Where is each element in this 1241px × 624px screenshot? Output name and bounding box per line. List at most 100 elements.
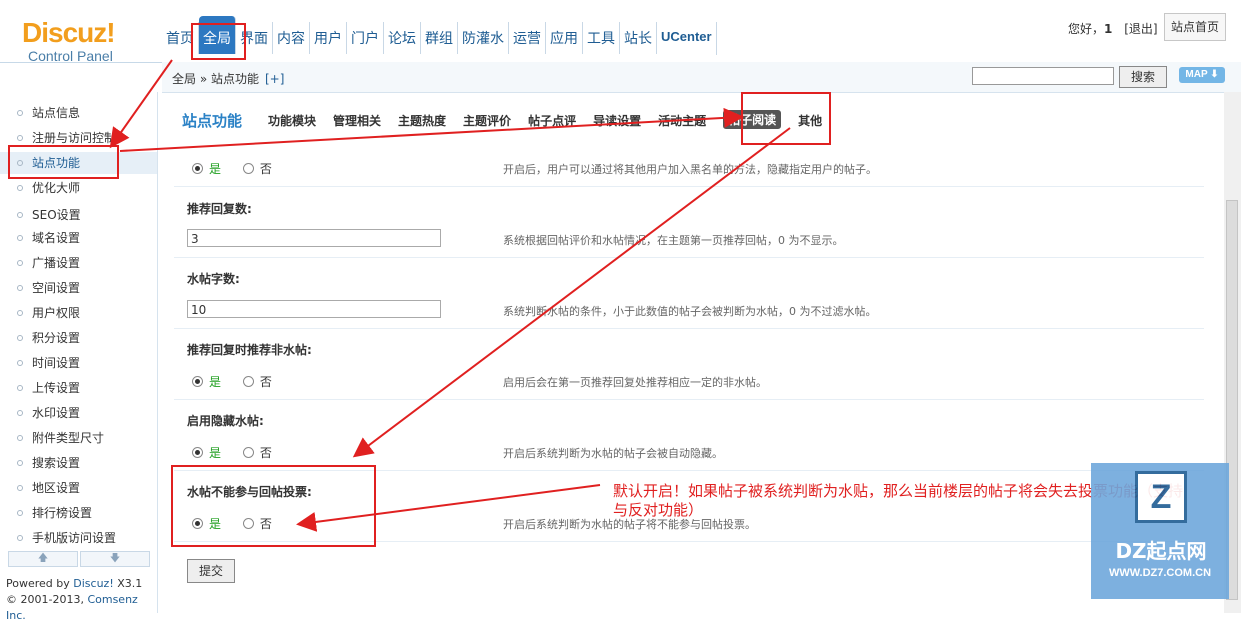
scroll-down-icon[interactable]: 🡇 [80,551,150,567]
nav-webmaster[interactable]: 站长 [620,22,657,54]
no-radio[interactable] [242,376,254,387]
sidebar-item-broadcast[interactable]: 广播设置 [0,252,157,274]
bullet-icon [17,335,23,341]
tab-thread-heat[interactable]: 主题热度 [398,112,446,129]
sidebar-item-space[interactable]: 空间设置 [0,277,157,299]
recommend-replies-input[interactable]: 3 [187,229,441,247]
bullet-icon [17,410,23,416]
no-radio[interactable] [242,447,254,458]
bullet-icon [17,535,23,541]
powered-by: Powered by Discuz! X3.1 © 2001-2013, Com… [6,577,143,622]
sidebar-item-time[interactable]: 时间设置 [0,352,157,374]
user-bar: 您好，1 [退出] [1068,20,1158,37]
discuz-logo[interactable]: Discuz! Control Panel [22,17,142,65]
bullet-icon [17,110,23,116]
submit-button[interactable]: 提交 [187,559,235,583]
highlight-site-features [8,145,119,179]
tab-modules[interactable]: 功能模块 [268,112,316,129]
sidebar-item-region[interactable]: 地区设置 [0,477,157,499]
tab-post-comments[interactable]: 帖子点评 [528,112,576,129]
divider [174,328,1204,329]
sidebar-item-mobile[interactable]: 手机版访问设置 [0,527,157,549]
yes-radio[interactable] [192,447,203,458]
bullet-icon [17,185,23,191]
sidebar-item-search[interactable]: 搜索设置 [0,452,157,474]
nav-ucenter[interactable]: UCenter [657,22,717,55]
bullet-icon [17,310,23,316]
add-shortcut-link[interactable]: [+] [265,72,284,86]
bullet-icon [17,212,23,218]
blacklist-radio-group: 是 否 [192,160,272,177]
sidebar-item-upload[interactable]: 上传设置 [0,377,157,399]
nav-content[interactable]: 内容 [273,22,310,54]
hide-water-label: 启用隐藏水帖: [187,414,264,428]
breadcrumb: 全局 » 站点功能 [+] [172,70,284,87]
tab-management[interactable]: 管理相关 [333,112,381,129]
recommend-non-water-label: 推荐回复时推荐非水帖: [187,343,312,357]
search-button[interactable]: 搜索 [1119,66,1167,88]
bullet-icon [17,135,23,141]
water-post-length-input[interactable]: 10 [187,300,441,318]
recommend-replies-tip: 系统根据回帖评价和水帖情况，在主题第一页推荐回帖，0 为不显示。 [503,234,844,247]
highlight-water-no-vote [171,465,376,547]
recommend-replies-label: 推荐回复数: [187,202,252,216]
sidebar-item-optimizer[interactable]: 优化大师 [0,177,157,199]
dz7-logo-icon: Z [1135,471,1187,523]
bullet-icon [17,435,23,441]
sidebar-item-user-permissions[interactable]: 用户权限 [0,302,157,324]
sidebar-item-credits[interactable]: 积分设置 [0,327,157,349]
nav-operations[interactable]: 运营 [509,22,546,54]
sidebar-item-site-info[interactable]: 站点信息 [0,102,157,124]
sidebar-item-attachment-types[interactable]: 附件类型尺寸 [0,427,157,449]
water-post-length-label: 水帖字数: [187,272,240,286]
recommend-non-water-tip: 启用后会在第一页推荐回复处推荐相应一定的非水帖。 [503,376,767,389]
divider [174,186,1204,187]
watermark-name: DZ起点网 [1115,539,1207,563]
sidebar-item-watermark[interactable]: 水印设置 [0,402,157,424]
tab-thread-rating[interactable]: 主题评价 [463,112,511,129]
sidebar-item-seo[interactable]: SEO设置 [0,204,157,226]
username: 1 [1104,22,1113,36]
tab-activity[interactable]: 活动主题 [658,112,706,129]
highlight-global-tab [191,23,246,60]
nav-groups[interactable]: 群组 [421,22,458,54]
water-post-length-tip: 系统判断水帖的条件，小于此数值的帖子会被判断为水帖，0 为不过滤水帖。 [503,305,877,318]
no-radio[interactable] [242,163,254,174]
scroll-up-icon[interactable]: 🡅 [8,551,78,567]
bullet-icon [17,260,23,266]
sidebar-scroll-arrows: 🡅 🡇 [8,551,150,567]
bullet-icon [17,385,23,391]
nav-portal[interactable]: 门户 [347,22,384,54]
search-input[interactable] [972,67,1114,85]
hide-water-tip: 开启后系统判断为水帖的帖子会被自动隐藏。 [503,447,723,460]
bullet-icon [17,235,23,241]
sidebar-item-domain[interactable]: 域名设置 [0,227,157,249]
logout-link[interactable]: [退出] [1124,22,1157,36]
nav-tools[interactable]: 工具 [583,22,620,54]
tab-guide[interactable]: 导读设置 [593,112,641,129]
bullet-icon [17,460,23,466]
discuz-link[interactable]: Discuz! [73,577,113,590]
nav-forum[interactable]: 论坛 [384,22,421,54]
sidebar-item-ranking[interactable]: 排行榜设置 [0,502,157,524]
site-home-button[interactable]: 站点首页 [1164,13,1226,41]
nav-antispam[interactable]: 防灌水 [458,22,509,54]
recommend-non-water-radio-group: 是 否 [192,373,272,390]
section-title: 站点功能 [182,112,243,130]
breadcrumb-bar: 全局 » 站点功能 [+] 搜索 MAP ⬇ [162,62,1241,93]
map-button[interactable]: MAP ⬇ [1179,67,1225,83]
logo-brand: Discuz! [22,17,116,48]
highlight-post-reading-tab [741,92,831,145]
yes-radio[interactable] [192,376,203,387]
hide-water-radio-group: 是 否 [192,444,272,461]
bullet-icon [17,360,23,366]
bullet-icon [17,285,23,291]
yes-radio[interactable] [192,163,203,174]
nav-users[interactable]: 用户 [310,22,347,54]
breadcrumb-path[interactable]: 全局 » 站点功能 [172,72,259,86]
bullet-icon [17,485,23,491]
divider [174,399,1204,400]
nav-apps[interactable]: 应用 [546,22,583,54]
dz7-watermark: Z DZ起点网 WWW.DZ7.COM.CN [1091,463,1229,599]
header: Discuz! Control Panel 首页 全局 界面 内容 用户 门户 … [0,0,1241,65]
